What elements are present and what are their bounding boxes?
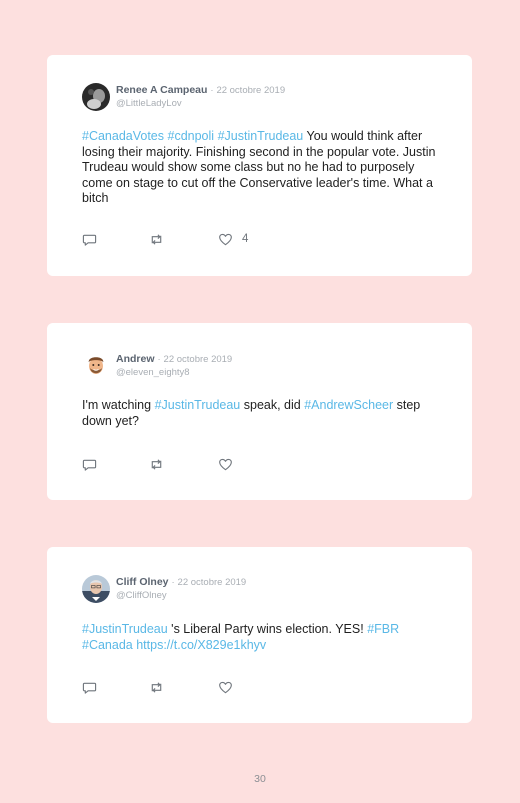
tweet-text: #JustinTrudeau 's Liberal Party wins ele… [82, 622, 442, 653]
hashtag-link[interactable]: #FBR [367, 622, 399, 636]
like-button[interactable]: 4 [218, 231, 248, 247]
heart-icon [219, 681, 232, 693]
author-handle[interactable]: @eleven_eighty8 [116, 367, 190, 379]
retweet-icon [151, 233, 162, 245]
hashtag-link[interactable]: #cdnpoli [168, 129, 215, 143]
tweet-card: Renee A Campeau · 22 octobre 2019 @Littl… [47, 55, 472, 276]
retweet-button[interactable] [149, 231, 164, 247]
tweet-text: #CanadaVotes #cdnpoli #JustinTrudeau You… [82, 129, 442, 207]
reply-icon [82, 459, 97, 471]
retweet-icon [151, 681, 162, 693]
tweet-date[interactable]: 22 octobre 2019 [216, 85, 285, 96]
separator: · [157, 354, 161, 365]
text-segment: speak, did [240, 398, 305, 412]
like-button[interactable] [218, 456, 242, 472]
separator: · [210, 85, 214, 96]
retweet-button[interactable] [149, 456, 164, 472]
tweet-date[interactable]: 22 octobre 2019 [178, 577, 247, 588]
hashtag-link[interactable]: #JustinTrudeau [218, 129, 304, 143]
reply-button[interactable] [82, 679, 97, 695]
tweet-date[interactable]: 22 octobre 2019 [164, 354, 233, 365]
text-segment: 's Liberal Party wins election. YES! [167, 622, 368, 636]
author-handle[interactable]: @LittleLadyLov [116, 98, 182, 110]
like-count: 4 [242, 233, 249, 245]
reply-button[interactable] [82, 231, 97, 247]
text-segment: I'm watching [82, 398, 155, 412]
tweet-header: Renee A Campeau · 22 octobre 2019 [116, 84, 285, 97]
separator: · [171, 577, 175, 588]
hashtag-link[interactable]: #AndrewScheer [304, 398, 393, 412]
author-name[interactable]: Cliff Olney [116, 576, 169, 588]
heart-icon [219, 233, 232, 245]
retweet-icon [151, 458, 162, 470]
page-number: 30 [254, 773, 266, 785]
hashtag-link[interactable]: #JustinTrudeau [82, 622, 168, 636]
avatar-dark-photo-icon[interactable] [82, 83, 110, 111]
hashtag-link[interactable]: #CanadaVotes [82, 129, 164, 143]
hashtag-link[interactable]: #JustinTrudeau [155, 398, 241, 412]
author-name[interactable]: Renee A Campeau [116, 84, 207, 96]
author-handle[interactable]: @CliffOlney [116, 590, 167, 602]
tweet-text: I'm watching #JustinTrudeau speak, did #… [82, 398, 442, 429]
tweet-header: Cliff Olney · 22 octobre 2019 [116, 576, 246, 589]
url-link[interactable]: https://t.co/X829e1khyv [136, 638, 266, 652]
avatar-photo-icon[interactable] [82, 575, 110, 603]
reply-icon [82, 682, 97, 694]
hashtag-link[interactable]: #Canada [82, 638, 133, 652]
tweet-card: Andrew · 22 octobre 2019 @eleven_eighty8… [47, 323, 472, 500]
tweet-card: Cliff Olney · 22 octobre 2019 @CliffOlne… [47, 547, 472, 723]
tweet-header: Andrew · 22 octobre 2019 [116, 353, 232, 366]
retweet-button[interactable] [149, 679, 164, 695]
avatar-memoji-icon[interactable] [82, 352, 110, 380]
author-name[interactable]: Andrew [116, 353, 155, 365]
reply-icon [82, 234, 97, 246]
reply-button[interactable] [82, 456, 97, 472]
heart-icon [219, 458, 232, 470]
like-button[interactable] [218, 679, 242, 695]
